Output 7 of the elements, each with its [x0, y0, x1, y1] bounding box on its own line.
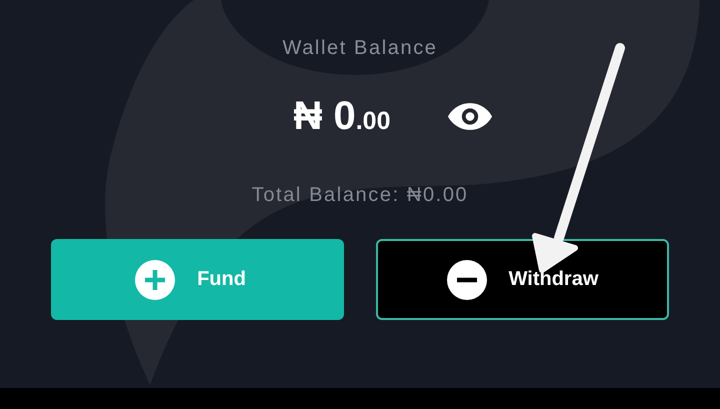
balance-amount: ₦ 0.00 — [293, 94, 390, 139]
minus-icon — [446, 260, 487, 300]
eye-icon[interactable] — [446, 102, 492, 131]
plus-icon — [135, 260, 176, 300]
withdraw-button[interactable]: Withdraw — [376, 239, 669, 320]
total-balance: Total Balance: ₦0.00 — [252, 184, 468, 207]
wallet-balance-label: Wallet Balance — [282, 37, 438, 60]
